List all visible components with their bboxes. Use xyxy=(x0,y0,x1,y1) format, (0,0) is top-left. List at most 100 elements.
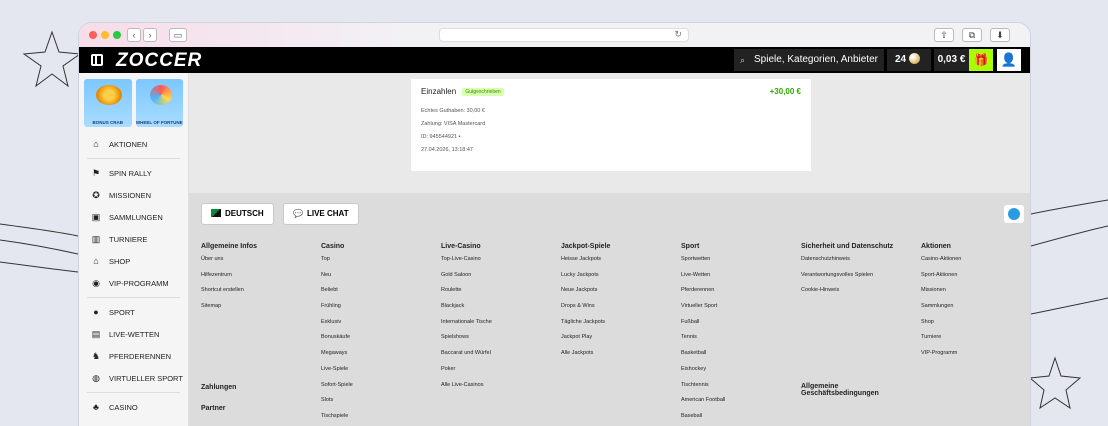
sidebar-item-live-casino[interactable]: ▣LIVE-CASINO xyxy=(79,418,188,426)
footer-link[interactable]: Sport-Aktionen xyxy=(921,272,961,288)
sidebar-item-sport[interactable]: ● SPORT xyxy=(79,301,188,323)
close-window-button[interactable] xyxy=(89,31,97,39)
sidebar-item-casino[interactable]: ♣ CASINO xyxy=(79,396,188,418)
user-icon[interactable]: 👤 xyxy=(997,49,1021,71)
search-box[interactable]: ⌕ Spiele, Kategorien, Anbieter xyxy=(734,49,884,71)
footer-link[interactable]: Sofort-Spiele xyxy=(321,382,353,398)
footer-link[interactable]: Heisse Jackpots xyxy=(561,256,610,272)
footer-link[interactable]: Tägliche Jackpots xyxy=(561,319,610,335)
sidebar-item-live-wetten[interactable]: ▤ LIVE-WETTEN xyxy=(79,323,188,345)
gift-icon[interactable]: 🎁 xyxy=(969,49,993,71)
footer-link[interactable]: Frühling xyxy=(321,303,353,319)
footer-link[interactable]: Alle Live-Casinos xyxy=(441,382,492,398)
footer-link[interactable]: Roulette xyxy=(441,287,492,303)
footer-link[interactable]: Exklusiv xyxy=(321,319,353,335)
footer-link[interactable]: Bonuskäufe xyxy=(321,334,353,350)
footer-link[interactable]: Cookie-Hinweis xyxy=(801,287,893,303)
back-icon[interactable]: ‹ xyxy=(127,28,141,42)
telegram-icon[interactable] xyxy=(1004,205,1024,223)
footer-link[interactable]: VIP-Programm xyxy=(921,350,961,366)
id-text: ID: 945544921 xyxy=(421,134,458,140)
footer-link[interactable]: Live-Spiele xyxy=(321,366,353,382)
partner-heading[interactable]: Partner xyxy=(201,405,226,412)
footer-link[interactable]: Eishockey xyxy=(681,366,725,382)
footer-column-title: Sicherheit und Datenschutz xyxy=(801,243,894,250)
footer-link[interactable]: Beliebt xyxy=(321,287,353,303)
footer-column: Sicherheit und Datenschutz Datenschutzhin… xyxy=(801,243,893,303)
footer-link[interactable]: Verantwortungsvolles Spielen xyxy=(801,272,893,288)
footer-link[interactable]: Hilfezentrum xyxy=(201,272,257,288)
coins-counter[interactable]: 24 xyxy=(887,49,931,71)
footer-link[interactable]: Neu xyxy=(321,272,353,288)
footer-link[interactable]: Internationale Tische xyxy=(441,319,492,335)
footer-link[interactable]: Shop xyxy=(921,319,961,335)
footer-link[interactable]: Pferderennen xyxy=(681,287,725,303)
footer-link[interactable]: Neue Jackpots xyxy=(561,287,610,303)
sidebar-item-sammlungen[interactable]: ▣ SAMMLUNGEN xyxy=(79,206,188,228)
footer-link[interactable]: Datenschutzhinweis xyxy=(801,256,893,272)
footer-link[interactable]: Virtueller Sport xyxy=(681,303,725,319)
zahlungen-heading[interactable]: Zahlungen xyxy=(201,384,236,391)
footer-link[interactable]: Megaways xyxy=(321,350,353,366)
chat-icon: 💬 xyxy=(293,209,303,218)
sidebar-item-aktionen[interactable]: ⌂ AKTIONEN xyxy=(79,133,188,155)
wheel-of-fortune-tile[interactable]: WHEEL OF FORTUNE xyxy=(135,79,183,127)
footer-link[interactable]: Jackpot Play xyxy=(561,334,610,350)
minimize-window-button[interactable] xyxy=(101,31,109,39)
footer-link[interactable]: Über uns xyxy=(201,256,257,272)
sidebar-item-shop[interactable]: ⌂ SHOP xyxy=(79,250,188,272)
footer-link[interactable]: Poker xyxy=(441,366,492,382)
footer-link[interactable]: Top-Live-Casino xyxy=(441,256,492,272)
footer-link[interactable]: Tischtennis xyxy=(681,382,725,398)
footer-link[interactable]: Sitemap xyxy=(201,303,257,319)
sidebar-item-virtueller-sport[interactable]: ◍ VIRTUELLER SPORT xyxy=(79,367,188,389)
agb-heading[interactable]: Allgemeine Geschäftsbedingungen xyxy=(801,383,911,397)
copy-icon[interactable]: ▪ xyxy=(459,134,461,140)
footer-link[interactable]: Slots xyxy=(321,397,353,413)
menu-icon[interactable] xyxy=(91,54,103,66)
footer-link[interactable]: Gold Saloon xyxy=(441,272,492,288)
bonus-crab-tile[interactable]: BONUS CRAB xyxy=(84,79,132,127)
share-icon[interactable]: ⇧ xyxy=(934,28,954,42)
footer-link[interactable]: Missionen xyxy=(921,287,961,303)
footer-link[interactable]: Basketball xyxy=(681,350,725,366)
footer-link[interactable]: Shortcut erstellen xyxy=(201,287,257,303)
footer-link[interactable]: Turniere xyxy=(921,334,961,350)
footer-link[interactable]: Drops & Wins xyxy=(561,303,610,319)
footer-link[interactable]: Spielshows xyxy=(441,334,492,350)
footer-link[interactable]: Lucky Jackpots xyxy=(561,272,610,288)
footer-link[interactable]: Baseball xyxy=(681,413,725,426)
sidebar-toggle-icon[interactable]: ▭ xyxy=(169,28,187,42)
language-button[interactable]: DEUTSCH xyxy=(201,203,274,225)
site-logo[interactable]: ZOCCER xyxy=(116,50,202,72)
footer-link[interactable]: American Football xyxy=(681,397,725,413)
forward-icon[interactable]: › xyxy=(143,28,157,42)
balance-display[interactable]: 0,03 € xyxy=(934,49,969,71)
maximize-window-button[interactable] xyxy=(113,31,121,39)
download-icon[interactable]: ⬇ xyxy=(990,28,1010,42)
sidebar-item-missionen[interactable]: ✪ MISSIONEN xyxy=(79,184,188,206)
footer-column-title: Live-Casino xyxy=(441,243,481,250)
tabs-icon[interactable]: ⧉ xyxy=(962,28,982,42)
footer-link[interactable]: Fußball xyxy=(681,319,725,335)
sidebar-item-label: MISSIONEN xyxy=(109,190,152,200)
footer-link[interactable]: Tennis xyxy=(681,334,725,350)
address-bar[interactable]: ↻ xyxy=(439,28,689,42)
tile-label: WHEEL OF FORTUNE xyxy=(135,120,183,125)
footer-link[interactable]: Sammlungen xyxy=(921,303,961,319)
sidebar-item-pferderennen[interactable]: ♞ PFERDERENNEN xyxy=(79,345,188,367)
sidebar-item-turniere[interactable]: ▥ TURNIERE xyxy=(79,228,188,250)
footer-column: Sport Sportwetten Live-Wetten Pferderennen V… xyxy=(681,243,725,426)
footer-link[interactable]: Live-Wetten xyxy=(681,272,725,288)
footer-link[interactable]: Sportwetten xyxy=(681,256,725,272)
sidebar-item-spin-rally[interactable]: ⚑ SPIN RALLY xyxy=(79,162,188,184)
reload-icon[interactable]: ↻ xyxy=(674,29,682,40)
footer-link[interactable]: Alle Jackpots xyxy=(561,350,610,366)
footer-link[interactable]: Blackjack xyxy=(441,303,492,319)
footer-link[interactable]: Casino-Aktionen xyxy=(921,256,961,272)
live-chat-button[interactable]: 💬 LIVE CHAT xyxy=(283,203,359,225)
footer-link[interactable]: Tischspiele xyxy=(321,413,353,426)
footer-link[interactable]: Top xyxy=(321,256,353,272)
sidebar-item-vip-programm[interactable]: ◉ VIP-PROGRAMM xyxy=(79,272,188,294)
footer-link[interactable]: Baccarat und Würfel xyxy=(441,350,492,366)
